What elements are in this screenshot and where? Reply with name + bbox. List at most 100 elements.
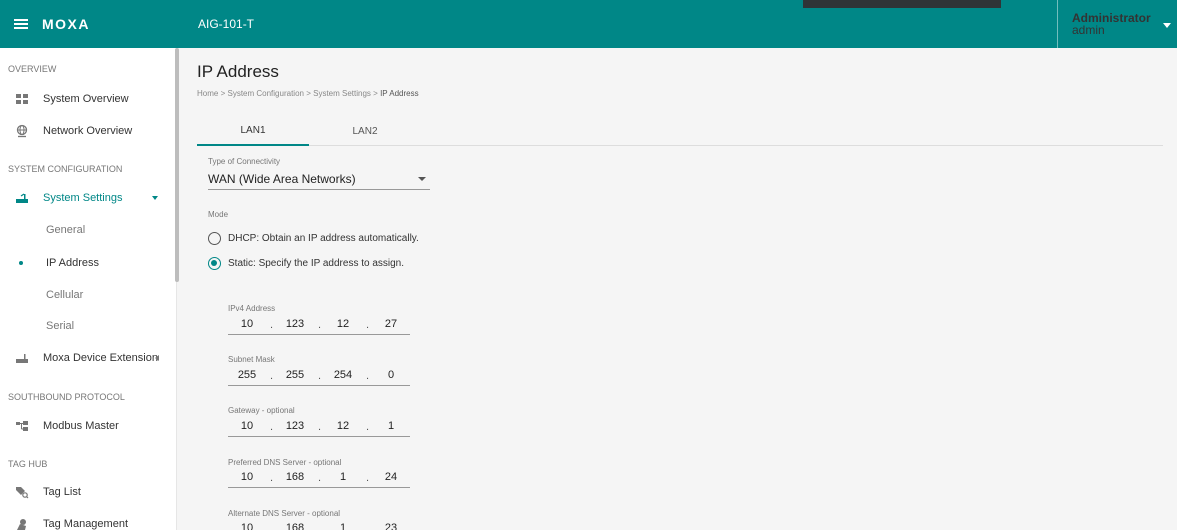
breadcrumb-separator: > xyxy=(220,89,226,98)
octet[interactable]: 255 xyxy=(228,369,266,381)
breadcrumb-separator: > xyxy=(373,89,378,98)
section-southbound-protocol: SOUTHBOUND PROTOCOL xyxy=(8,392,125,402)
octet[interactable]: 168 xyxy=(276,471,314,483)
notification-strip xyxy=(803,0,1001,8)
section-overview: OVERVIEW xyxy=(8,64,57,74)
sidebar-item-label: IP Address xyxy=(46,257,99,269)
tab-bar: LAN1 LAN2 xyxy=(197,116,1163,146)
octet-separator: . xyxy=(318,472,322,484)
user-menu[interactable]: Administrator admin xyxy=(1057,0,1171,48)
octet[interactable]: 24 xyxy=(372,471,410,483)
octet[interactable]: 123 xyxy=(276,420,314,432)
octet-separator: . xyxy=(366,523,370,530)
sidebar-scrollbar[interactable] xyxy=(175,48,179,282)
section-tag-hub: TAG HUB xyxy=(8,459,48,469)
sidebar-item-cellular[interactable]: Cellular xyxy=(0,283,172,307)
octet[interactable]: 23 xyxy=(372,522,410,530)
octet-separator: . xyxy=(366,472,370,484)
sidebar-item-network-overview[interactable]: Network Overview xyxy=(0,119,172,143)
subnet-mask-input[interactable]: 255 . 255 . 254 . 0 xyxy=(228,369,410,386)
tab-lan2[interactable]: LAN2 xyxy=(309,116,421,146)
sidebar-item-system-settings[interactable]: System Settings xyxy=(0,186,172,210)
sidebar-item-label: Network Overview xyxy=(43,125,133,137)
octet[interactable]: 12 xyxy=(324,318,362,330)
octet[interactable]: 12 xyxy=(324,420,362,432)
preferred-dns-input[interactable]: 10 . 168 . 1 . 24 xyxy=(228,471,410,488)
chevron-down-icon[interactable] xyxy=(1162,22,1171,28)
caret-down-icon xyxy=(418,177,426,181)
caret-left-icon xyxy=(155,355,159,361)
sidebar-item-serial[interactable]: Serial xyxy=(0,314,172,338)
mode-option-static[interactable]: Static: Specify the IP address to assign… xyxy=(208,257,404,270)
octet[interactable]: 1 xyxy=(372,420,410,432)
sidebar-item-system-overview[interactable]: System Overview xyxy=(0,87,172,111)
octet[interactable]: 168 xyxy=(276,522,314,530)
gateway-input[interactable]: 10 . 123 . 12 . 1 xyxy=(228,420,410,437)
radio-label: Static: Specify the IP address to assign… xyxy=(228,258,405,269)
octet-separator: . xyxy=(270,319,274,331)
sidebar-item-label: System Settings xyxy=(43,192,123,204)
octet-separator: . xyxy=(318,523,322,530)
octet-separator: . xyxy=(366,421,370,433)
octet[interactable]: 27 xyxy=(372,318,410,330)
caret-down-icon xyxy=(152,196,158,200)
octet-separator: . xyxy=(366,370,370,382)
moxa-logo: MOXA xyxy=(42,16,90,32)
breadcrumb-current: IP Address xyxy=(380,89,419,98)
sidebar-item-tag-management[interactable]: Tag Management xyxy=(0,512,172,530)
gateway-label: Gateway - optional xyxy=(228,406,295,415)
octet-separator: . xyxy=(318,421,322,433)
octet[interactable]: 10 xyxy=(228,471,266,483)
alternate-dns-input[interactable]: 10 . 168 . 1 . 23 xyxy=(228,522,410,530)
breadcrumb-home[interactable]: Home xyxy=(197,89,218,98)
sidebar-item-moxa-device-extension[interactable]: Moxa Device Extension xyxy=(0,346,172,370)
octet[interactable]: 1 xyxy=(324,522,362,530)
octet-separator: . xyxy=(270,472,274,484)
sidebar-item-modbus-master[interactable]: Modbus Master xyxy=(0,414,172,438)
octet[interactable]: 10 xyxy=(228,318,266,330)
octet[interactable]: 10 xyxy=(228,522,266,530)
octet[interactable]: 123 xyxy=(276,318,314,330)
octet[interactable]: 254 xyxy=(324,369,362,381)
octet-separator: . xyxy=(270,421,274,433)
sidebar-item-label: Serial xyxy=(46,320,75,332)
radio-checked-icon[interactable] xyxy=(208,257,221,270)
breadcrumb-system-settings[interactable]: System Settings xyxy=(313,89,371,98)
sidebar-item-label: General xyxy=(46,224,86,236)
sidebar-item-ip-address[interactable]: IP Address xyxy=(0,251,172,275)
octet[interactable]: 0 xyxy=(372,369,410,381)
sidebar-item-label: Modbus Master xyxy=(43,420,119,432)
sidebar-item-general[interactable]: General xyxy=(0,218,172,242)
device-settings-icon xyxy=(16,193,28,203)
ipv4-address-label: IPv4 Address xyxy=(228,304,276,313)
octet-separator: . xyxy=(270,523,274,530)
sidebar-item-label: Tag List xyxy=(43,486,81,498)
dashboard-icon xyxy=(16,94,28,104)
connectivity-value: WAN (Wide Area Networks) xyxy=(208,172,356,186)
octet[interactable]: 10 xyxy=(228,420,266,432)
sidebar-item-tag-list[interactable]: Tag List xyxy=(0,480,172,504)
octet[interactable]: 255 xyxy=(276,369,314,381)
radio-unchecked-icon[interactable] xyxy=(208,232,221,245)
sidebar-item-label: Moxa Device Extension xyxy=(43,352,158,364)
breadcrumb: Home > System Configuration > System Set… xyxy=(197,89,419,98)
sidebar-item-label: Tag Management xyxy=(43,518,128,530)
subnet-mask-label: Subnet Mask xyxy=(228,355,275,364)
sidebar-item-label: Cellular xyxy=(46,289,84,301)
tab-lan1[interactable]: LAN1 xyxy=(197,116,309,146)
octet-separator: . xyxy=(270,370,274,382)
user-role: admin xyxy=(1072,23,1105,37)
mode-option-dhcp[interactable]: DHCP: Obtain an IP address automatically… xyxy=(208,232,419,245)
ipv4-address-input[interactable]: 10 . 123 . 12 . 27 xyxy=(228,318,410,335)
octet-separator: . xyxy=(366,319,370,331)
menu-icon[interactable] xyxy=(14,19,28,29)
section-system-configuration: SYSTEM CONFIGURATION xyxy=(8,164,123,174)
octet[interactable]: 1 xyxy=(324,471,362,483)
preferred-dns-label: Preferred DNS Server - optional xyxy=(228,458,342,467)
breadcrumb-system-configuration[interactable]: System Configuration xyxy=(227,89,303,98)
octet-separator: . xyxy=(318,370,322,382)
device-extension-icon xyxy=(16,354,28,363)
connectivity-select[interactable]: WAN (Wide Area Networks) xyxy=(208,170,430,190)
octet-separator: . xyxy=(318,319,322,331)
current-indicator-icon xyxy=(19,261,23,265)
